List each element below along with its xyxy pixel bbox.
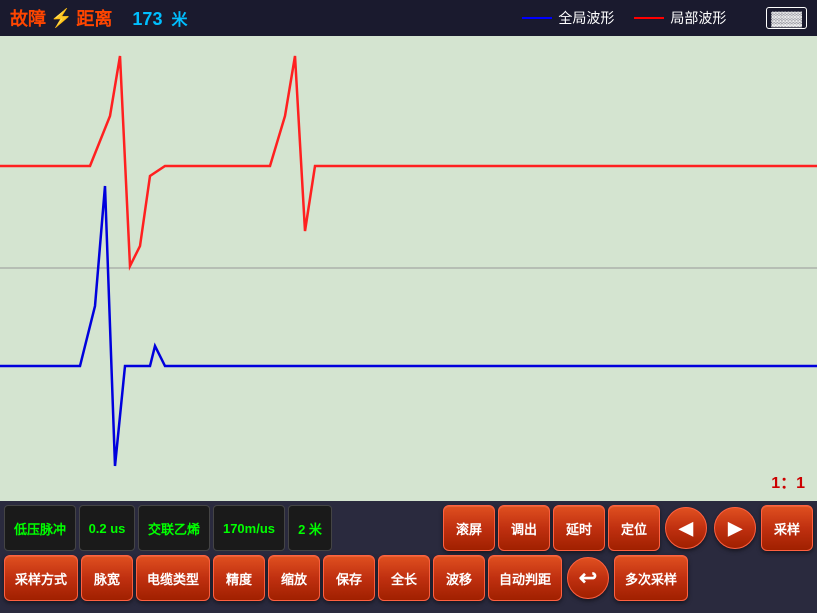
pulse-width-info: 0.2 us <box>79 505 135 551</box>
back-button[interactable]: ↩ <box>567 557 609 599</box>
chart-area: 1：1 <box>0 36 817 501</box>
prev-button[interactable]: ◀ <box>665 507 707 549</box>
controls-row-2: 采样方式 脉宽 电缆类型 精度 缩放 保存 全长 波移 自动判距 ↩ 多次采样 <box>4 555 813 601</box>
auto-detect-button[interactable]: 自动判距 <box>488 555 562 601</box>
lightning-icon: ⚡ <box>50 8 72 29</box>
cable-type-info: 交联乙烯 <box>138 505 210 551</box>
zoom-button[interactable]: 缩放 <box>268 555 320 601</box>
global-waveform-legend: 全局波形 <box>522 8 614 28</box>
controls-row-1: 低压脉冲 0.2 us 交联乙烯 170m/us 2 米 滚屏 调出 延时 定位… <box>4 505 813 551</box>
app-title: 故障 ⚡ 距离 <box>10 5 112 31</box>
wave-shift-button[interactable]: 波移 <box>433 555 485 601</box>
distance-label: 距离 <box>76 5 112 31</box>
multi-sample-button[interactable]: 多次采样 <box>614 555 688 601</box>
local-waveform-line <box>634 17 664 19</box>
next-button[interactable]: ▶ <box>714 507 756 549</box>
local-waveform-legend: 局部波形 <box>634 8 726 28</box>
scroll-button[interactable]: 滚屏 <box>443 505 495 551</box>
cable-type-button[interactable]: 电缆类型 <box>136 555 210 601</box>
battery-icon: ▓▓▓ <box>766 7 807 29</box>
scale-label: 1：1 <box>771 469 805 493</box>
speed-info: 170m/us <box>213 505 285 551</box>
meter-info: 2 米 <box>288 505 332 551</box>
mode-info: 低压脉冲 <box>4 505 76 551</box>
legend: 全局波形 局部波形 <box>522 8 726 28</box>
sample-button[interactable]: 采样 <box>761 505 813 551</box>
save-button[interactable]: 保存 <box>323 555 375 601</box>
recall-button[interactable]: 调出 <box>498 505 550 551</box>
waveform-svg <box>0 36 817 501</box>
precision-button[interactable]: 精度 <box>213 555 265 601</box>
delay-button[interactable]: 延时 <box>553 505 605 551</box>
sample-mode-button[interactable]: 采样方式 <box>4 555 78 601</box>
header: 故障 ⚡ 距离 173 米 全局波形 局部波形 ▓▓▓ <box>0 0 817 36</box>
locate-button[interactable]: 定位 <box>608 505 660 551</box>
title-text: 故障 <box>10 5 46 31</box>
controls-panel: 低压脉冲 0.2 us 交联乙烯 170m/us 2 米 滚屏 调出 延时 定位… <box>0 501 817 613</box>
distance-value: 173 米 <box>132 6 187 30</box>
full-length-button[interactable]: 全长 <box>378 555 430 601</box>
global-waveform-line <box>522 17 552 19</box>
pulse-width-button[interactable]: 脉宽 <box>81 555 133 601</box>
